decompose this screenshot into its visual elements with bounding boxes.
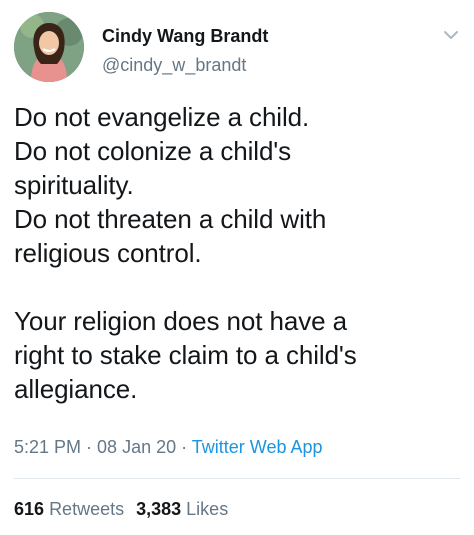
author-handle[interactable]: @cindy_w_brandt [102,54,268,76]
tweet-meta: 5:21 PM · 08 Jan 20 · Twitter Web App [14,436,323,458]
divider [14,478,460,479]
retweets-count: 616 [14,499,45,519]
tweet-time[interactable]: 5:21 PM [14,437,81,457]
tweet-stats: 616 Retweets 3,383 Likes [14,498,228,520]
avatar[interactable] [14,12,84,82]
avatar-photo [14,12,84,82]
retweets-label: Retweets [49,499,125,519]
tweet-text: Do not evangelize a child. Do not coloni… [14,102,357,404]
tweet-date[interactable]: 08 Jan 20 [97,437,176,457]
likes-count: 3,383 [136,499,182,519]
meta-separator: · [81,437,98,457]
likes-stat[interactable]: 3,383 Likes [136,499,228,519]
likes-label: Likes [186,499,229,519]
author-block: Cindy Wang Brandt @cindy_w_brandt [102,25,268,76]
chevron-down-icon[interactable] [442,26,460,44]
meta-separator: · [176,437,192,457]
source-app-link[interactable]: Twitter Web App [192,437,323,457]
tweet-header: Cindy Wang Brandt @cindy_w_brandt [14,12,464,82]
author-name[interactable]: Cindy Wang Brandt [102,25,268,47]
retweets-stat[interactable]: 616 Retweets [14,499,124,519]
